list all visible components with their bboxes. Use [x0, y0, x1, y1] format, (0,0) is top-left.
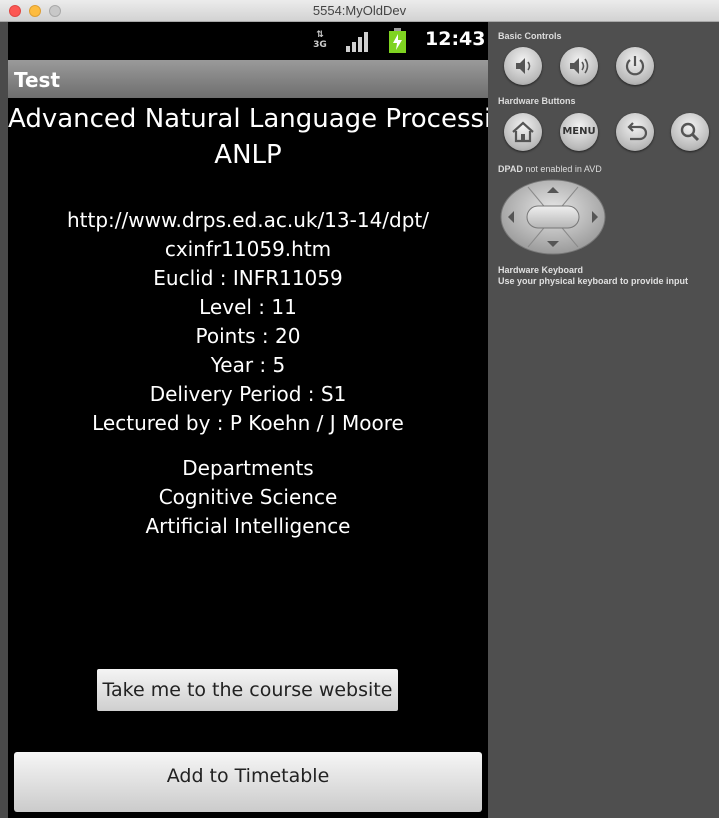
hardware-keyboard-info: Hardware Keyboard Use your physical keyb…: [498, 265, 688, 287]
department-item: Artificial Intelligence: [145, 514, 351, 538]
course-lecturers: Lectured by : P Koehn / J Moore: [92, 411, 404, 435]
home-button[interactable]: [504, 113, 542, 151]
signal-strength-icon: [346, 32, 370, 52]
course-points: Points : 20: [195, 324, 301, 348]
power-button[interactable]: [616, 47, 654, 85]
dpad-label: DPAD not enabled in AVD: [498, 164, 602, 174]
departments-section: Departments Cognitive Science Artificial…: [8, 454, 488, 541]
basic-controls-label: Basic Controls: [498, 31, 562, 41]
add-to-timetable-button[interactable]: Add to Timetable: [14, 752, 482, 812]
course-info: http://www.drps.ed.ac.uk/13-14/dpt/ cxin…: [8, 206, 488, 438]
hardware-buttons-label: Hardware Buttons: [498, 96, 576, 106]
course-url-line1: http://www.drps.ed.ac.uk/13-14/dpt/: [66, 208, 430, 232]
battery-charging-icon: [389, 28, 406, 53]
course-name: Advanced Natural Language Processing: [8, 104, 488, 134]
course-url-line2: cxinfr11059.htm: [164, 237, 332, 261]
search-icon: [680, 122, 700, 142]
back-icon: [627, 122, 648, 141]
hardware-keyboard-note: Use your physical keyboard to provide in…: [498, 276, 689, 286]
volume-up-button[interactable]: [560, 47, 598, 85]
back-button[interactable]: [616, 113, 654, 151]
app-title-bar: Test: [8, 60, 488, 98]
volume-down-button[interactable]: [504, 47, 542, 85]
window-titlebar: 5554:MyOldDev: [0, 0, 719, 22]
menu-button[interactable]: MENU: [560, 113, 598, 151]
dpad-note: not enabled in AVD: [525, 164, 602, 174]
course-delivery-period: Delivery Period : S1: [149, 382, 347, 406]
data-3g-icon: ⇅ 3G: [313, 30, 327, 50]
window-title: 5554:MyOldDev: [312, 3, 407, 18]
department-item: Cognitive Science: [158, 485, 338, 509]
emulator-screen: ⇅ 3G 12:43 Test Advanced Natural Language…: [8, 22, 488, 818]
status-bar: ⇅ 3G 12:43: [8, 22, 488, 60]
home-icon: [512, 121, 534, 143]
course-year: Year : 5: [210, 353, 286, 377]
volume-up-icon: [570, 58, 589, 74]
course-website-button[interactable]: Take me to the course website: [97, 669, 398, 711]
app-title: Test: [14, 68, 61, 92]
emulator-controls-panel: Basic Controls Hardware Buttons MENU DPA…: [488, 22, 719, 818]
volume-down-icon: [516, 58, 531, 74]
menu-button-label: MENU: [562, 126, 596, 137]
hardware-keyboard-label: Hardware Keyboard: [498, 265, 584, 275]
departments-heading: Departments: [182, 456, 314, 480]
status-time: 12:43: [425, 28, 486, 50]
search-button[interactable]: [671, 113, 709, 151]
course-code: ANLP: [214, 140, 282, 170]
dpad-control[interactable]: [500, 179, 606, 255]
course-level: Level : 11: [199, 295, 297, 319]
course-euclid: Euclid : INFR11059: [153, 266, 343, 290]
power-icon: [625, 56, 645, 76]
dpad-label-text: DPAD: [498, 164, 523, 174]
